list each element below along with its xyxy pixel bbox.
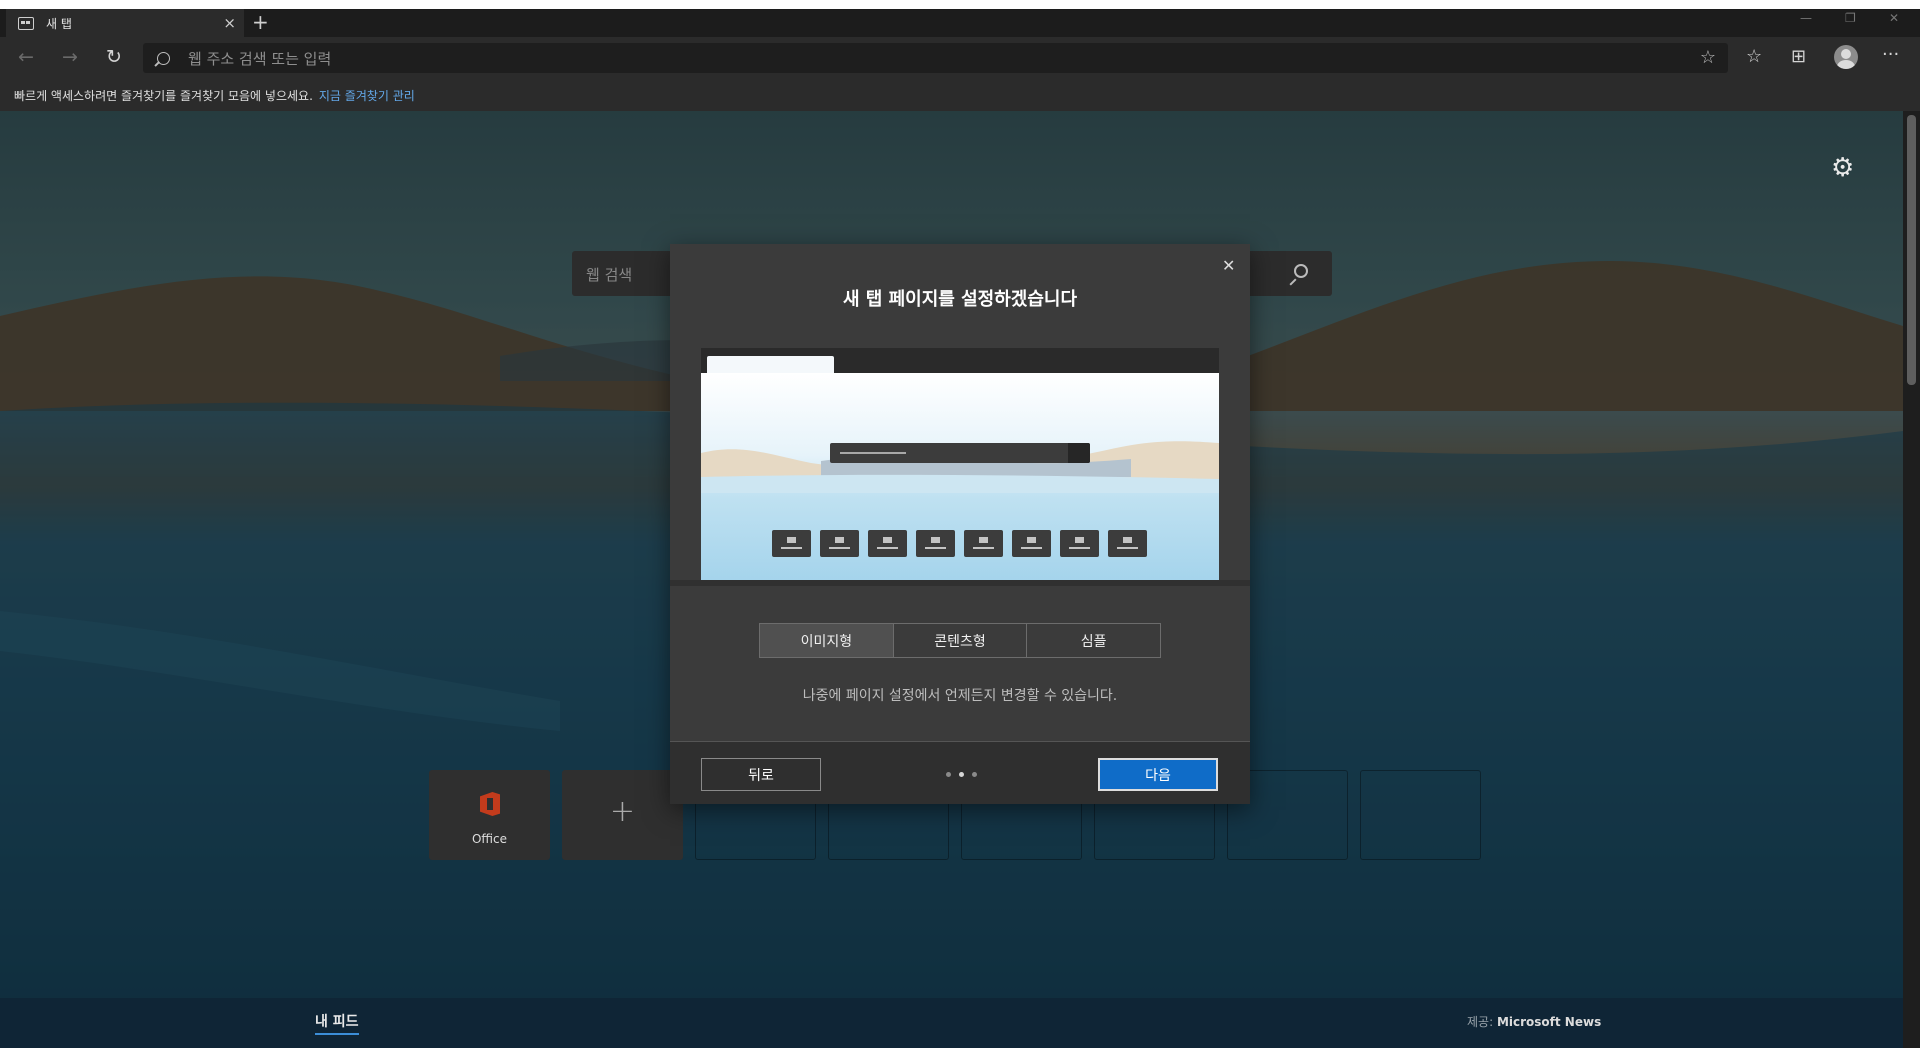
next-button[interactable]: 다음 xyxy=(1098,758,1218,791)
address-bar[interactable]: 웹 주소 검색 또는 입력 ☆ xyxy=(143,43,1728,73)
layout-option-content[interactable]: 콘텐츠형 xyxy=(892,624,1027,657)
tab-close-icon[interactable]: × xyxy=(223,14,236,32)
manage-favorites-link[interactable]: 지금 즐겨찾기 관리 xyxy=(319,87,415,104)
step-dot xyxy=(946,772,951,777)
feed-credit: 제공: Microsoft News xyxy=(1467,1013,1601,1030)
quick-link-label: Office xyxy=(471,832,508,846)
search-icon xyxy=(157,51,170,65)
add-favorite-star-icon[interactable]: ☆ xyxy=(1700,47,1716,68)
step-dot-current xyxy=(959,772,964,777)
restore-button[interactable]: ❐ xyxy=(1845,11,1856,25)
quick-link-office[interactable]: Office xyxy=(429,770,550,860)
plus-icon: + xyxy=(609,794,636,829)
preview-tab xyxy=(707,356,834,373)
forward-button[interactable]: → xyxy=(62,46,78,68)
page-scrollbar[interactable] xyxy=(1903,111,1920,1048)
browser-chrome: 새 탭 × + — ❐ ✕ ← → ↻ 웹 주소 검색 또는 입력 ☆ ☆ ⊞ … xyxy=(0,0,1920,111)
back-button[interactable]: ← xyxy=(18,46,34,68)
favorites-list-icon[interactable]: ☆ xyxy=(1746,46,1762,67)
close-window-button[interactable]: ✕ xyxy=(1889,11,1899,25)
tab-strip: 새 탭 × + — ❐ ✕ xyxy=(0,9,1920,37)
layout-selector: 이미지형 콘텐츠형 심플 xyxy=(759,623,1161,658)
new-tab-setup-dialog: ✕ 새 탭 페이지를 설정하겠습니다 이미지형 콘텐츠형 심플 나중에 페이지 … xyxy=(670,244,1250,804)
collections-icon[interactable]: ⊞ xyxy=(1791,46,1806,67)
step-dot xyxy=(972,772,977,777)
page-settings-gear-icon[interactable]: ⚙ xyxy=(1831,153,1854,183)
my-feed-tab[interactable]: 내 피드 xyxy=(315,1011,359,1035)
refresh-button[interactable]: ↻ xyxy=(106,46,122,68)
favorites-bar-message: 빠르게 액세스하려면 즐겨찾기를 즐겨찾기 모음에 넣으세요. xyxy=(14,88,313,103)
add-quick-link-button[interactable]: + xyxy=(562,770,683,860)
credit-prefix: 제공: xyxy=(1467,1015,1494,1029)
feed-bar: 내 피드 제공: Microsoft News xyxy=(0,998,1903,1048)
more-menu-icon[interactable]: ··· xyxy=(1882,44,1899,65)
preview-page xyxy=(701,373,1219,580)
office-logo-icon xyxy=(480,792,500,816)
layout-option-simple[interactable]: 심플 xyxy=(1026,624,1160,657)
dialog-note: 나중에 페이지 설정에서 언제든지 변경할 수 있습니다. xyxy=(802,688,1118,704)
tab-new-tab[interactable]: 새 탭 × xyxy=(6,9,244,37)
step-indicator xyxy=(946,772,977,777)
window-top-edge xyxy=(0,0,1920,9)
dialog-close-icon[interactable]: ✕ xyxy=(1222,256,1235,275)
profile-avatar[interactable] xyxy=(1834,45,1858,69)
preview-tab-strip xyxy=(701,348,1219,373)
web-search-icon[interactable] xyxy=(1288,263,1310,286)
empty-quick-link-slot xyxy=(1360,770,1481,860)
preview-landscape xyxy=(701,441,1219,493)
new-tab-button[interactable]: + xyxy=(252,10,269,34)
layout-option-image[interactable]: 이미지형 xyxy=(760,624,893,657)
scrollbar-thumb[interactable] xyxy=(1907,115,1916,385)
web-search-placeholder: 웹 검색 xyxy=(586,266,633,284)
credit-source: Microsoft News xyxy=(1496,1015,1602,1029)
preview-search-box xyxy=(830,443,1090,463)
minimize-button[interactable]: — xyxy=(1800,11,1812,25)
dialog-footer: 뒤로 다음 xyxy=(670,741,1250,804)
layout-preview-image xyxy=(701,348,1219,580)
address-placeholder: 웹 주소 검색 또는 입력 xyxy=(188,49,332,68)
preview-divider xyxy=(670,580,1250,586)
favorites-bar: 빠르게 액세스하려면 즐겨찾기를 즐겨찾기 모음에 넣으세요. 지금 즐겨찾기 … xyxy=(0,79,1920,111)
back-button[interactable]: 뒤로 xyxy=(701,758,821,791)
new-tab-page-icon xyxy=(18,16,34,30)
dialog-title: 새 탭 페이지를 설정하겠습니다 xyxy=(842,289,1078,310)
tab-title: 새 탭 xyxy=(46,16,72,31)
navigation-bar: ← → ↻ 웹 주소 검색 또는 입력 ☆ ☆ ⊞ ··· xyxy=(0,37,1920,79)
